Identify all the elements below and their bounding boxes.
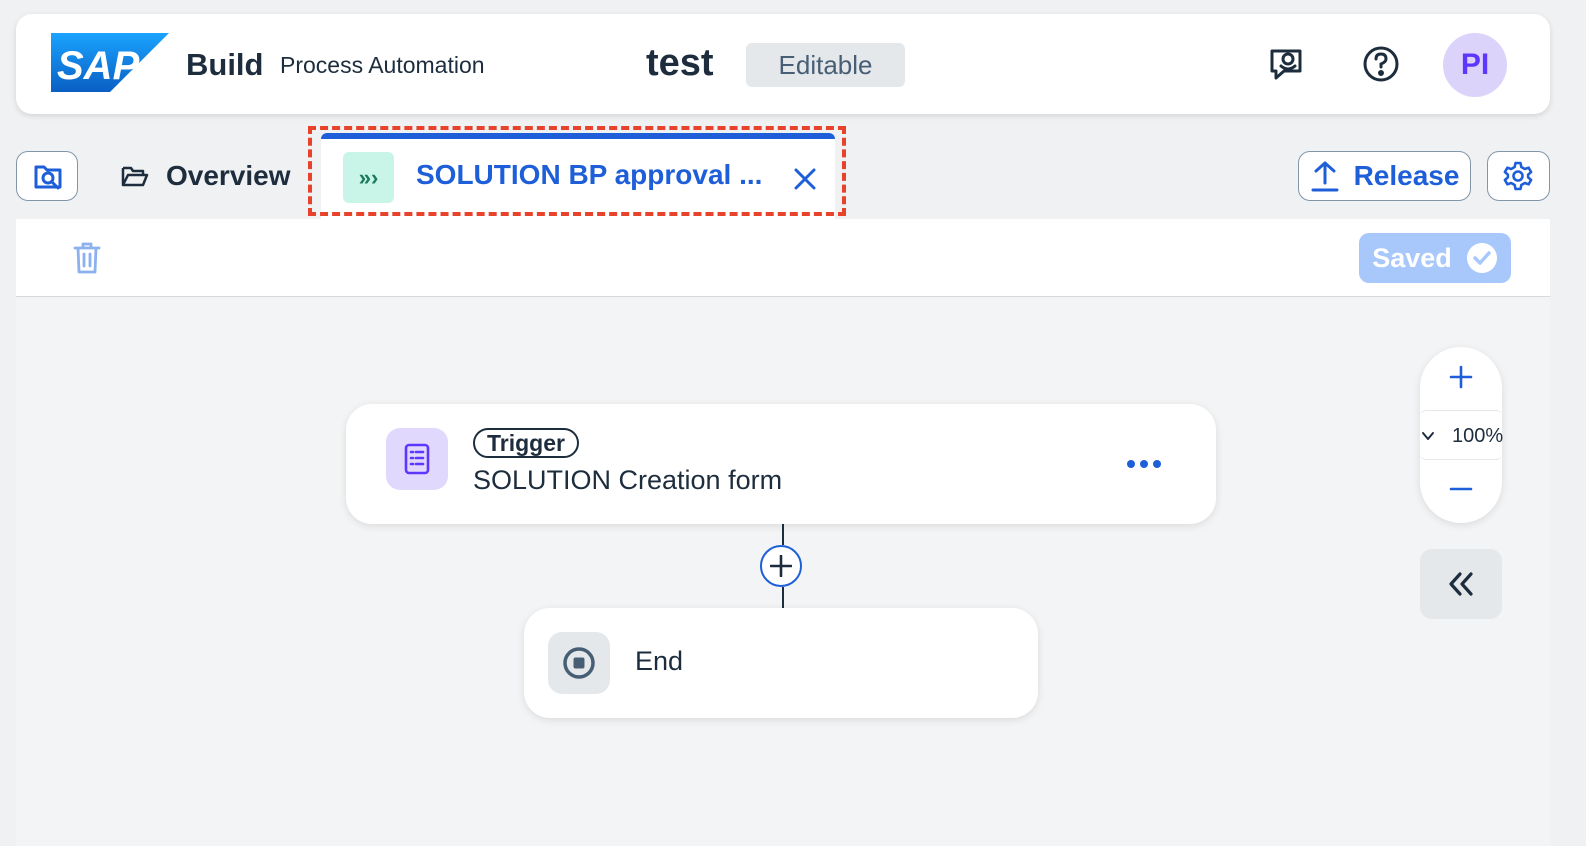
folder-icon bbox=[121, 166, 149, 187]
zoom-controls: 100% bbox=[1420, 347, 1504, 523]
check-circle-icon bbox=[1466, 243, 1497, 273]
search-button[interactable] bbox=[16, 151, 78, 201]
collapse-panel-button[interactable] bbox=[1420, 549, 1502, 619]
chevron-down-icon bbox=[1422, 432, 1434, 440]
connector-line bbox=[782, 524, 784, 545]
end-label: End bbox=[635, 646, 684, 676]
form-icon bbox=[386, 428, 448, 490]
trigger-title: SOLUTION Creation form bbox=[473, 465, 783, 495]
trigger-badge: Trigger bbox=[473, 428, 579, 458]
project-status-badge: Editable bbox=[746, 43, 905, 87]
gear-icon bbox=[1503, 161, 1533, 191]
zoom-in-icon[interactable] bbox=[1449, 365, 1473, 389]
double-chevron-left-icon bbox=[1449, 572, 1473, 596]
feedback-icon bbox=[1270, 49, 1302, 80]
feedback-button[interactable] bbox=[1266, 44, 1306, 84]
sap-logo-text: SAP bbox=[57, 44, 140, 88]
search-icon bbox=[34, 165, 62, 190]
product-subtitle: Process Automation bbox=[280, 52, 485, 78]
delete-icon[interactable] bbox=[72, 241, 102, 275]
release-label: Release bbox=[1353, 160, 1460, 191]
connector-line bbox=[782, 587, 784, 608]
zoom-level-select[interactable]: 100% bbox=[1420, 410, 1504, 460]
help-button[interactable] bbox=[1361, 44, 1401, 84]
close-icon[interactable] bbox=[793, 167, 817, 191]
saved-label: Saved bbox=[1372, 242, 1452, 273]
user-avatar[interactable]: PI bbox=[1443, 33, 1507, 97]
upload-icon bbox=[1311, 161, 1339, 192]
tab-process-label: SOLUTION BP approval ... bbox=[416, 159, 763, 190]
saved-button[interactable]: Saved bbox=[1359, 233, 1511, 283]
help-icon bbox=[1363, 46, 1399, 82]
process-icon: »› bbox=[343, 152, 394, 203]
stop-icon bbox=[548, 632, 610, 694]
end-node[interactable]: End bbox=[524, 608, 1038, 718]
process-canvas[interactable]: Trigger SOLUTION Creation form End 100% bbox=[16, 297, 1550, 846]
tab-overview-label: Overview bbox=[166, 160, 291, 191]
tab-process[interactable]: »› SOLUTION BP approval ... bbox=[321, 133, 835, 219]
project-title: test bbox=[646, 42, 714, 84]
tab-overview[interactable]: Overview bbox=[120, 158, 291, 194]
shell-header: SAP Build Process Automation test Editab… bbox=[16, 14, 1550, 114]
product-name: Build bbox=[186, 47, 264, 82]
editor-toolbar: Saved bbox=[16, 219, 1550, 297]
zoom-out-icon[interactable] bbox=[1449, 477, 1473, 501]
add-step-button[interactable] bbox=[760, 545, 802, 587]
settings-button[interactable] bbox=[1487, 151, 1550, 201]
release-button[interactable]: Release bbox=[1298, 151, 1471, 201]
sap-logo: SAP bbox=[51, 33, 169, 92]
zoom-level-value: 100% bbox=[1452, 425, 1504, 447]
more-options-icon[interactable] bbox=[1126, 454, 1166, 474]
trigger-node[interactable]: Trigger SOLUTION Creation form bbox=[346, 404, 1216, 524]
plus-icon bbox=[770, 555, 792, 577]
